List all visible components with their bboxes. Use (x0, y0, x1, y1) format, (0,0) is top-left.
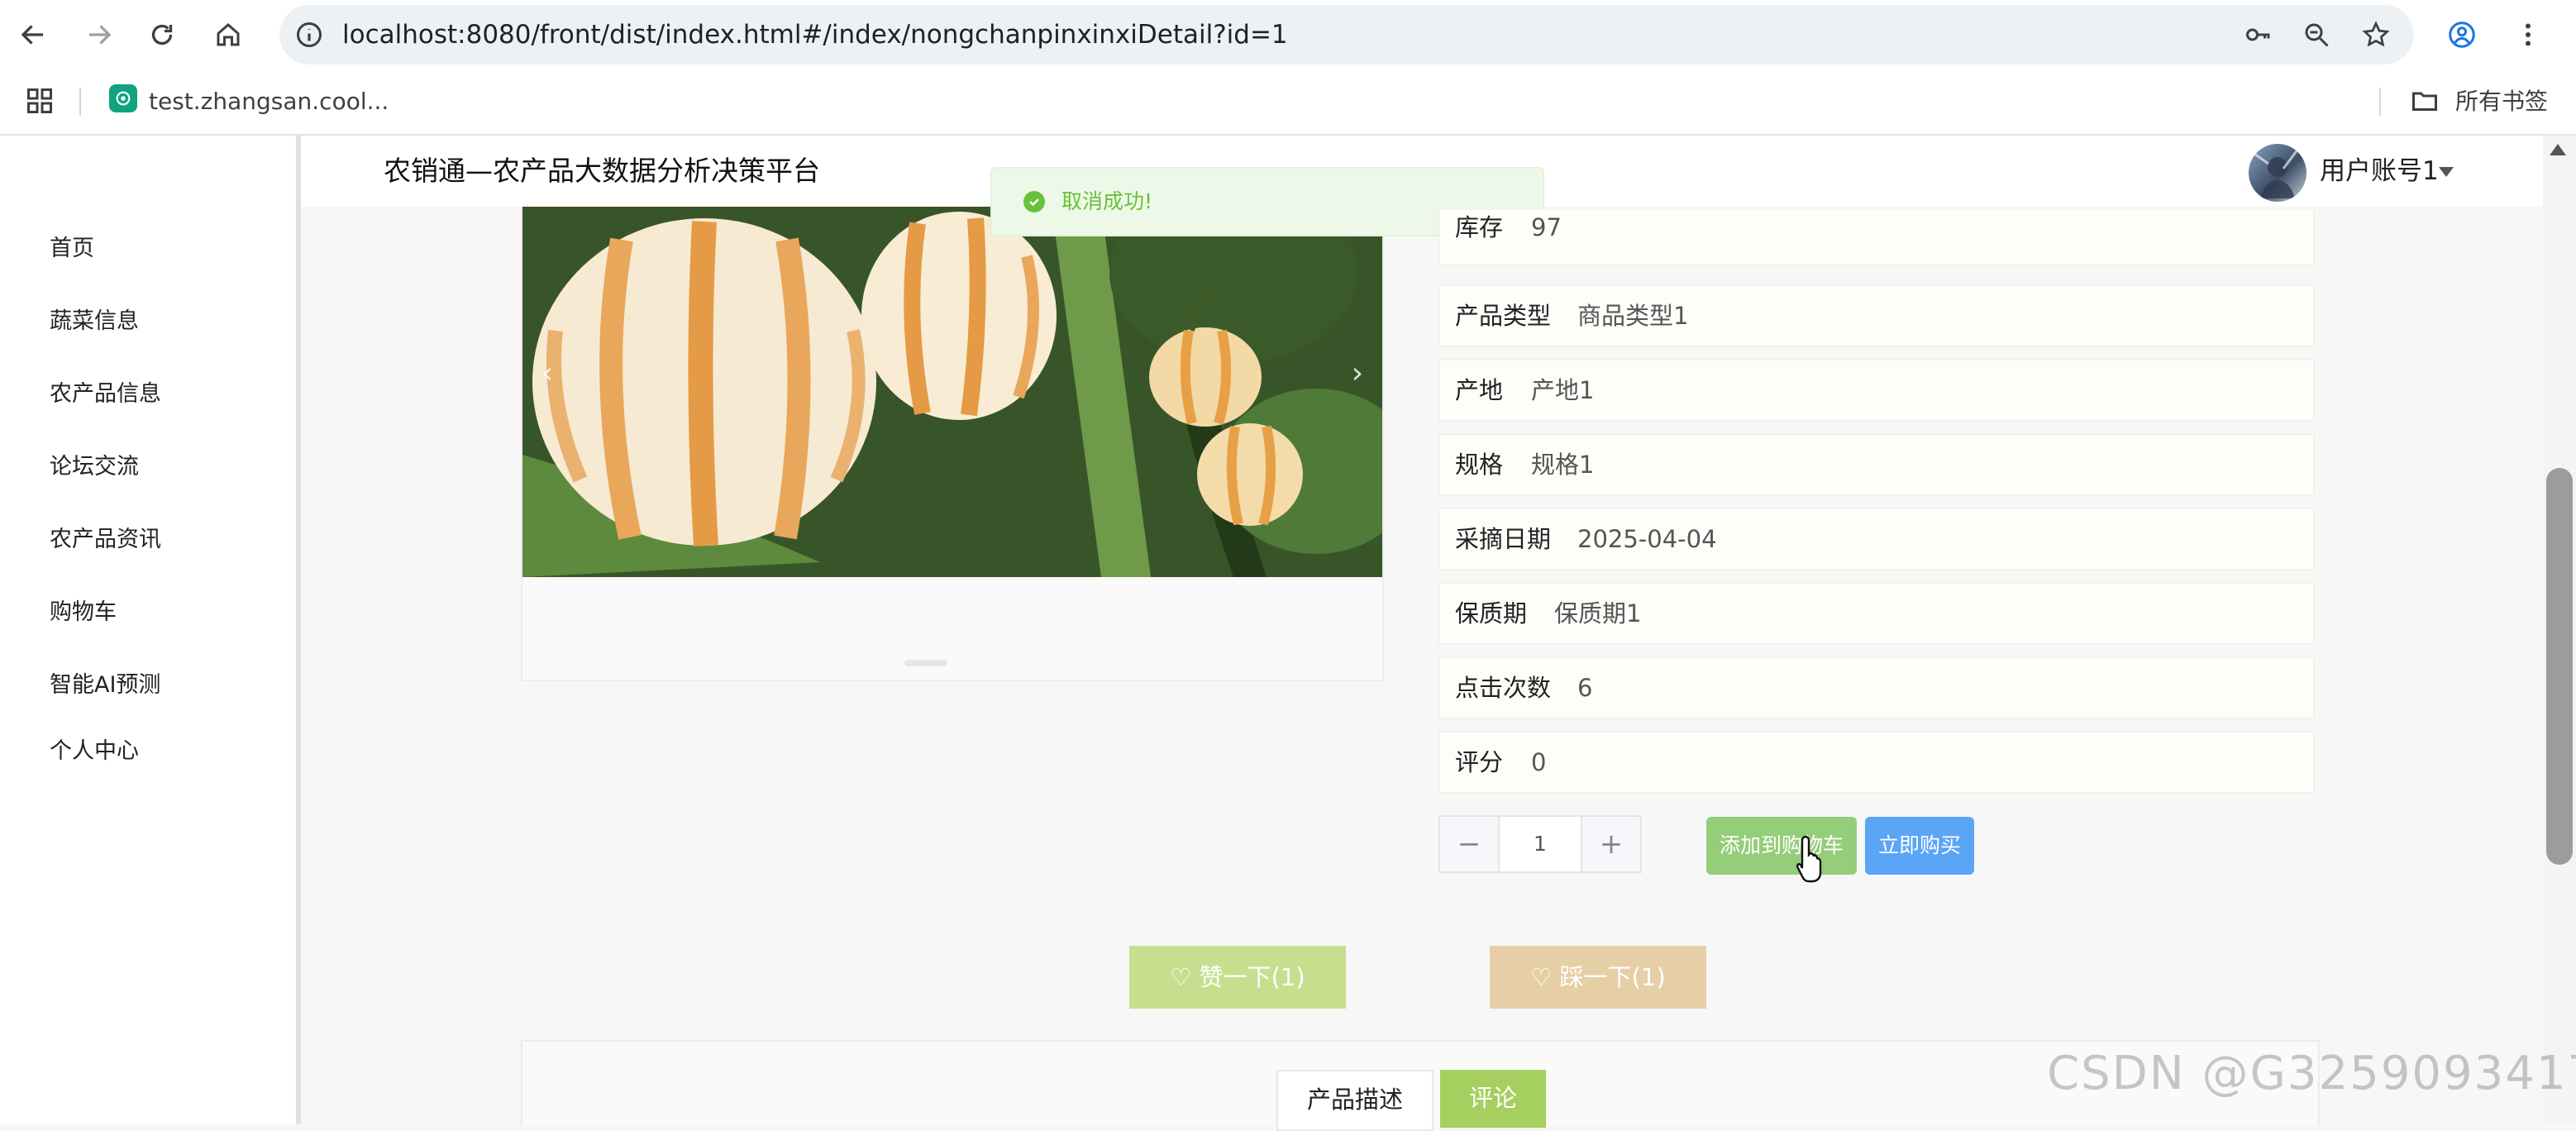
info-value: 97 (1531, 213, 1562, 241)
profile-button[interactable] (2442, 15, 2482, 55)
watermark: CSDN @G3259093417 (2047, 1047, 2576, 1100)
info-row-stock: 库存 97 (1438, 210, 2315, 266)
sidebar-item-vegetables[interactable]: 蔬菜信息 (50, 303, 139, 335)
arrow-right-icon (89, 25, 112, 45)
info-row-pick-date: 采摘日期 2025-04-04 (1438, 508, 2315, 570)
info-row-spec: 规格 规格1 (1438, 433, 2315, 496)
product-gallery: ‹ › (521, 207, 1384, 681)
info-label: 产品类型 (1455, 302, 1552, 330)
home-button[interactable] (208, 15, 248, 55)
info-row-clicks: 点击次数 6 (1438, 656, 2315, 719)
all-bookmarks-link[interactable]: 所有书签 (2455, 69, 2548, 134)
info-row-origin: 产地 产地1 (1438, 359, 2315, 422)
info-value: 商品类型1 (1577, 302, 1689, 330)
info-row-rating: 评分 0 (1438, 731, 2315, 794)
info-label: 采摘日期 (1455, 525, 1552, 553)
add-to-cart-button[interactable]: 添加到购物车 (1706, 817, 1857, 875)
info-label: 点击次数 (1455, 674, 1552, 702)
sidebar-item-products[interactable]: 农产品信息 (50, 375, 161, 408)
forward-button[interactable] (79, 15, 119, 55)
toast-message: 取消成功! (1061, 189, 1153, 213)
caret-down-icon[interactable] (2439, 167, 2454, 177)
back-button[interactable] (13, 15, 53, 55)
info-value: 2025-04-04 (1577, 525, 1717, 553)
reload-button[interactable] (142, 15, 182, 55)
info-label: 评分 (1455, 748, 1504, 776)
sidebar-item-profile[interactable]: 个人中心 (50, 733, 139, 765)
key-icon[interactable] (2244, 20, 2273, 50)
address-bar[interactable]: localhost:8080/front/dist/index.html#/in… (279, 5, 2414, 64)
menu-button[interactable] (2508, 15, 2548, 55)
browser-toolbar: localhost:8080/front/dist/index.html#/in… (0, 0, 2576, 69)
zoom-icon[interactable] (2302, 20, 2331, 50)
sidebar-item-news[interactable]: 农产品资讯 (50, 521, 161, 553)
dislike-button[interactable]: ♡ 踩一下(1) (1490, 946, 1706, 1009)
carousel-indicator[interactable] (904, 660, 947, 666)
info-icon[interactable] (294, 20, 324, 50)
sidebar: 首页 蔬菜信息 农产品信息 论坛交流 农产品资讯 购物车 智能AI预测 个人中心 (0, 136, 301, 1124)
buy-now-button[interactable]: 立即购买 (1865, 817, 1974, 875)
increment-button[interactable]: + (1581, 817, 1640, 871)
account-circle-icon (2449, 21, 2475, 48)
hand-cursor-icon (1796, 835, 1822, 883)
user-menu[interactable]: 用户账号1 (2320, 136, 2439, 207)
check-circle-icon (1023, 191, 1045, 212)
carousel-prev-button[interactable]: ‹ (529, 356, 565, 392)
decrement-button[interactable]: − (1440, 817, 1500, 871)
info-value: 6 (1577, 674, 1593, 702)
info-value: 产地1 (1531, 376, 1595, 404)
thumbs-down-icon: ♡ (1530, 963, 1560, 991)
arrow-left-icon (21, 25, 43, 45)
site-title[interactable]: 农销通—农产品大数据分析决策平台 (384, 136, 820, 207)
quantity-input[interactable]: 1 (1498, 817, 1582, 871)
info-label: 规格 (1455, 451, 1504, 479)
apps-grid-icon[interactable] (25, 86, 55, 116)
star-icon[interactable] (2361, 20, 2391, 50)
tab-description[interactable]: 产品描述 (1276, 1070, 1433, 1131)
scroll-up-icon[interactable] (2550, 144, 2566, 155)
folder-icon[interactable] (2409, 86, 2440, 116)
sidebar-item-ai-forecast[interactable]: 智能AI预测 (50, 666, 160, 699)
info-label: 保质期 (1455, 599, 1528, 628)
like-button[interactable]: ♡ 赞一下(1) (1129, 946, 1346, 1009)
reload-icon (151, 24, 173, 45)
sidebar-item-cart[interactable]: 购物车 (50, 594, 117, 626)
avatar[interactable] (2249, 144, 2306, 202)
info-value: 规格1 (1531, 451, 1595, 479)
dislike-label: 踩一下(1) (1559, 963, 1666, 991)
home-icon (217, 23, 240, 46)
bookmark-divider (2379, 88, 2381, 116)
info-label: 产地 (1455, 376, 1504, 404)
info-row-shelf-life: 保质期 保质期1 (1438, 582, 2315, 645)
quantity-stepper: − 1 + (1438, 815, 1642, 873)
bookmarks-bar: test.zhangsan.cool... 所有书签 (0, 69, 2576, 136)
info-value: 0 (1531, 748, 1547, 776)
info-label: 库存 (1455, 213, 1504, 241)
like-label: 赞一下(1) (1199, 963, 1305, 991)
site-favicon-icon[interactable] (109, 84, 137, 112)
bookmark-link[interactable]: test.zhangsan.cool... (149, 69, 389, 134)
product-image (522, 207, 1382, 577)
info-row-type: 产品类型 商品类型1 (1438, 284, 2315, 347)
thumbs-up-icon: ♡ (1170, 963, 1200, 991)
more-vert-icon (2526, 23, 2531, 46)
url-text[interactable]: localhost:8080/front/dist/index.html#/in… (342, 5, 1288, 64)
info-value: 保质期1 (1554, 599, 1642, 628)
sidebar-item-forum[interactable]: 论坛交流 (50, 448, 139, 480)
scrollbar-thumb[interactable] (2546, 468, 2573, 865)
sidebar-item-home[interactable]: 首页 (50, 230, 94, 262)
bookmark-divider (79, 88, 81, 116)
tab-comments[interactable]: 评论 (1440, 1070, 1546, 1128)
carousel-next-button[interactable]: › (1339, 356, 1376, 392)
